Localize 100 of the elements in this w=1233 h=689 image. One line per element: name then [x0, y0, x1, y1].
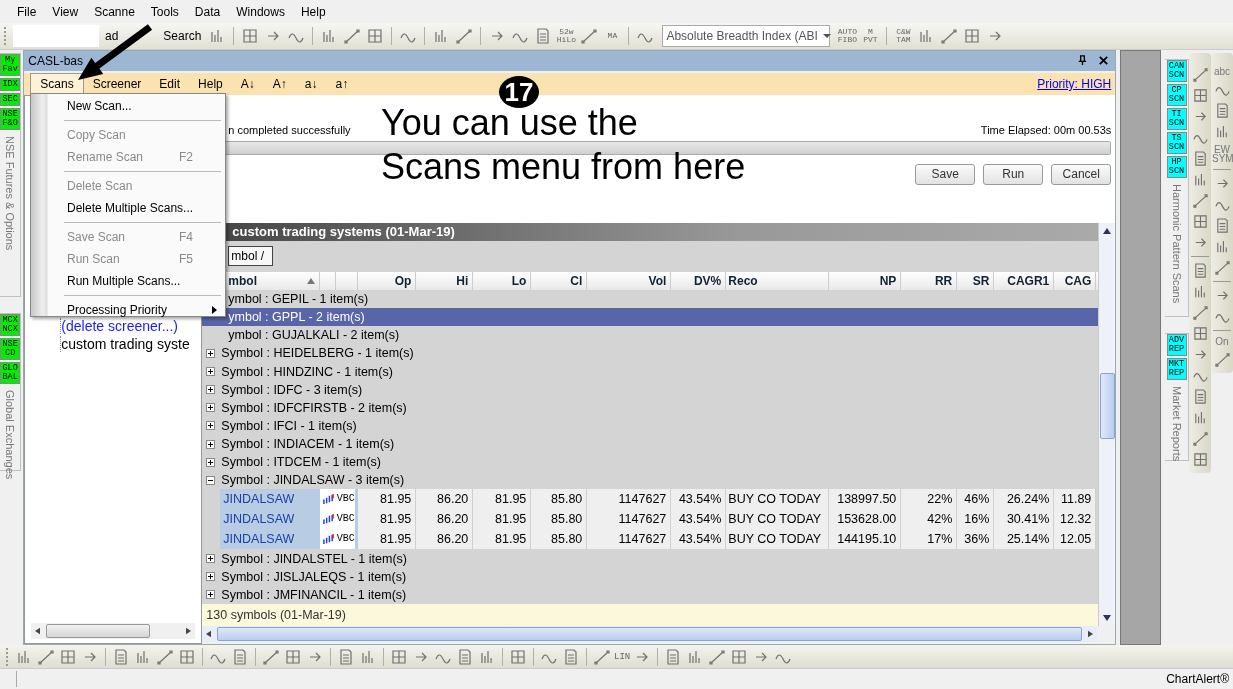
symbol-field[interactable] [13, 25, 99, 48]
menu-item[interactable]: Data [186, 4, 229, 19]
menu-item[interactable]: View [44, 4, 87, 19]
menu-item[interactable]: Edit [150, 73, 190, 94]
column-header[interactable]: Lo [473, 271, 532, 290]
expand-icon[interactable] [206, 439, 216, 449]
grid-icon[interactable] [60, 648, 76, 665]
trend-line-icon[interactable] [1192, 66, 1208, 82]
horizontal-scrollbar[interactable] [31, 622, 196, 639]
tool-label[interactable]: abc [1212, 66, 1232, 76]
column-header[interactable]: Hi [416, 271, 474, 290]
dock-badge[interactable]: MKT REP [1166, 357, 1187, 380]
dock-badge[interactable]: NSE F&O [0, 107, 21, 130]
trend-line-icon[interactable] [709, 648, 726, 665]
group-row[interactable]: Symbol : INDIACEM - 1 item(s) [202, 435, 1099, 454]
menu-item[interactable]: a↑ [326, 73, 358, 94]
trend-line-icon[interactable] [1192, 304, 1208, 320]
tool-label[interactable]: On [1212, 336, 1232, 346]
group-row[interactable]: Symbol : JINDALSTEL - 1 item(s) [202, 549, 1099, 568]
candlestick-icon[interactable] [321, 534, 335, 545]
grid-icon[interactable] [1192, 325, 1208, 341]
right-arrow-icon[interactable] [186, 626, 192, 635]
grid-icon[interactable] [731, 648, 748, 665]
right-arrow-icon[interactable] [1088, 629, 1094, 638]
menu-item[interactable]: A↓ [231, 73, 264, 94]
document-icon[interactable] [563, 648, 579, 665]
dock-tab[interactable]: Market Reports [1170, 385, 1183, 462]
bars-icon[interactable] [135, 648, 151, 665]
grid-icon[interactable] [510, 648, 526, 665]
group-row[interactable]: Symbol : JISLJALEQS - 1 item(s) [202, 567, 1099, 586]
menu-item[interactable]: A↑ [263, 73, 296, 94]
grid-icon[interactable] [1192, 87, 1208, 103]
dock-badge[interactable]: IDX [0, 77, 21, 91]
grid-icon[interactable] [964, 28, 981, 45]
group-row[interactable]: Symbol : IDFC - 3 item(s) [202, 380, 1099, 399]
column-header[interactable]: Reco [726, 271, 830, 290]
tool-label[interactable]: AUTO FIBO [837, 28, 858, 45]
group-row[interactable]: Symbol : HEIDELBERG - 1 item(s) [202, 344, 1099, 363]
grid-icon[interactable] [391, 648, 407, 665]
trend-line-icon[interactable] [38, 648, 54, 665]
group-row[interactable]: Symbol : IDFCFIRSTB - 2 item(s) [202, 398, 1099, 417]
dock-badge[interactable]: ADV REP [1166, 333, 1187, 356]
column-header[interactable]: CAG [1054, 271, 1097, 290]
bars-icon[interactable] [1192, 171, 1208, 187]
document-icon[interactable] [1214, 217, 1230, 233]
expand-icon[interactable] [206, 348, 216, 358]
grid-icon[interactable] [179, 648, 195, 665]
menu-item[interactable]: Delete Multiple Scans... [31, 197, 225, 219]
tool-label[interactable]: MA [602, 32, 623, 41]
column-header[interactable]: Cl [531, 271, 588, 290]
menu-item[interactable]: Tools [142, 4, 187, 19]
expand-icon[interactable] [206, 385, 216, 395]
document-icon[interactable] [1214, 102, 1230, 118]
dock-badge[interactable]: NSE CD [0, 337, 21, 360]
close-icon[interactable] [1098, 55, 1110, 67]
vertical-scrollbar[interactable] [1098, 222, 1116, 626]
dock-badge[interactable]: CAN SCN [1166, 59, 1187, 82]
column-header[interactable]: NP [829, 271, 902, 290]
bars-icon[interactable] [1214, 238, 1230, 254]
grid-icon[interactable] [1192, 451, 1208, 467]
tree-item[interactable]: custom trading syste [60, 335, 202, 352]
group-row[interactable]: ymbol : GPPL - 2 item(s) [202, 308, 1099, 327]
action-button[interactable]: Run [983, 163, 1044, 185]
indicator-dropdown[interactable]: Absolute Breadth Index (ABI [662, 25, 831, 48]
search-button[interactable]: Search [160, 29, 205, 44]
pin-icon[interactable] [1077, 55, 1089, 67]
bars-icon[interactable] [1192, 283, 1208, 299]
dock-badge[interactable]: CP SCN [1166, 83, 1187, 106]
trend-line-icon[interactable] [344, 28, 361, 45]
action-button[interactable]: Save [915, 163, 976, 185]
dock-tab[interactable]: Global Exchanges [4, 389, 17, 480]
group-row[interactable]: Symbol : IFCI - 1 item(s) [202, 416, 1099, 436]
grid-icon[interactable] [242, 28, 259, 45]
grid-icon[interactable] [367, 28, 384, 45]
group-row[interactable]: Symbol : ITDCEM - 1 item(s) [202, 453, 1099, 472]
trend-line-icon[interactable] [594, 648, 610, 665]
dock-badge[interactable]: My Fav [0, 53, 21, 76]
candlestick-icon[interactable] [321, 514, 335, 525]
expand-icon[interactable] [206, 554, 216, 564]
action-button[interactable]: Cancel [1051, 163, 1112, 185]
menu-item[interactable]: Windows [228, 4, 293, 19]
trend-line-icon[interactable] [263, 648, 279, 665]
group-row[interactable]: ymbol : GUJALKALI - 2 item(s) [202, 326, 1099, 345]
document-icon[interactable] [338, 648, 354, 665]
group-row[interactable]: Symbol : JMFINANCIL - 1 item(s) [202, 585, 1099, 604]
menu-item[interactable]: Scanne [86, 4, 143, 19]
trend-line-icon[interactable] [581, 28, 598, 45]
expand-icon[interactable] [206, 421, 216, 431]
tool-label[interactable]: LIN [614, 652, 631, 661]
column-header[interactable]: RR [901, 271, 958, 290]
bars-icon[interactable] [16, 648, 32, 665]
trend-line-icon[interactable] [157, 648, 173, 665]
priority-link[interactable]: Priority: HIGH [1037, 76, 1116, 91]
menu-item[interactable]: a↓ [295, 73, 327, 94]
dock-tab[interactable]: NSE Futures & Options [4, 135, 17, 251]
group-by-button[interactable]: mbol / [228, 246, 273, 267]
document-icon[interactable] [457, 648, 473, 665]
expand-icon[interactable] [206, 590, 216, 600]
dock-tab[interactable]: Harmonic Pattern Scans [1170, 183, 1183, 304]
tool-label[interactable]: EW SYM [1212, 144, 1232, 163]
